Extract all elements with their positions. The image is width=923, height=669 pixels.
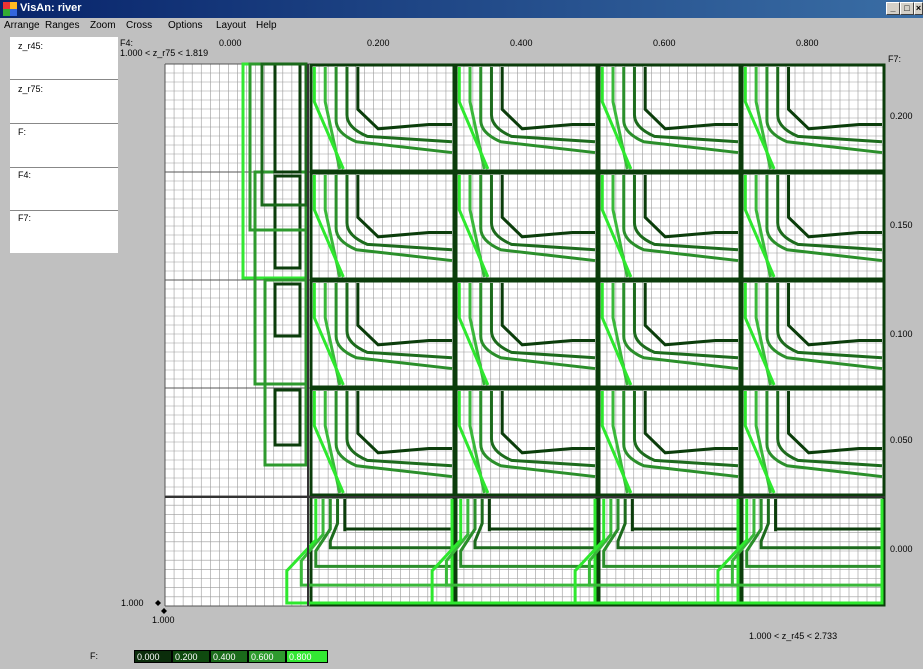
legend-item[interactable]: 0.400 (210, 650, 248, 663)
legend-item[interactable]: 0.200 (172, 650, 210, 663)
col-label: 0.800 (796, 38, 819, 48)
legend-item[interactable]: 0.600 (248, 650, 286, 663)
range-z-r45: 1.000 < z_r45 < 2.733 (749, 631, 838, 641)
legend-item[interactable]: 0.000 (134, 650, 172, 663)
legend-item[interactable]: 0.800 (286, 650, 328, 663)
col-label: 0.600 (653, 38, 676, 48)
legend-label: F: (90, 651, 98, 661)
trellis-plot[interactable] (0, 0, 923, 669)
col-label: 0.200 (367, 38, 390, 48)
f4-axis-label: F4: (120, 38, 134, 48)
y-origin-label: 1.000 (121, 598, 144, 608)
origin-marker (155, 600, 161, 606)
row-label: 0.050 (890, 435, 913, 445)
row-label: 0.100 (890, 329, 913, 339)
origin-marker (161, 608, 167, 614)
x-origin-label: 1.000 (152, 615, 175, 625)
col-label: 0.400 (510, 38, 533, 48)
col-label-first: 0.000 (219, 38, 242, 48)
row-label: 0.200 (890, 111, 913, 121)
range-z-r75: 1.000 < z_r75 < 1.819 (120, 48, 209, 58)
row-label: 0.000 (890, 544, 913, 554)
f7-axis-label: F7: (888, 54, 902, 64)
row-label: 0.150 (890, 220, 913, 230)
